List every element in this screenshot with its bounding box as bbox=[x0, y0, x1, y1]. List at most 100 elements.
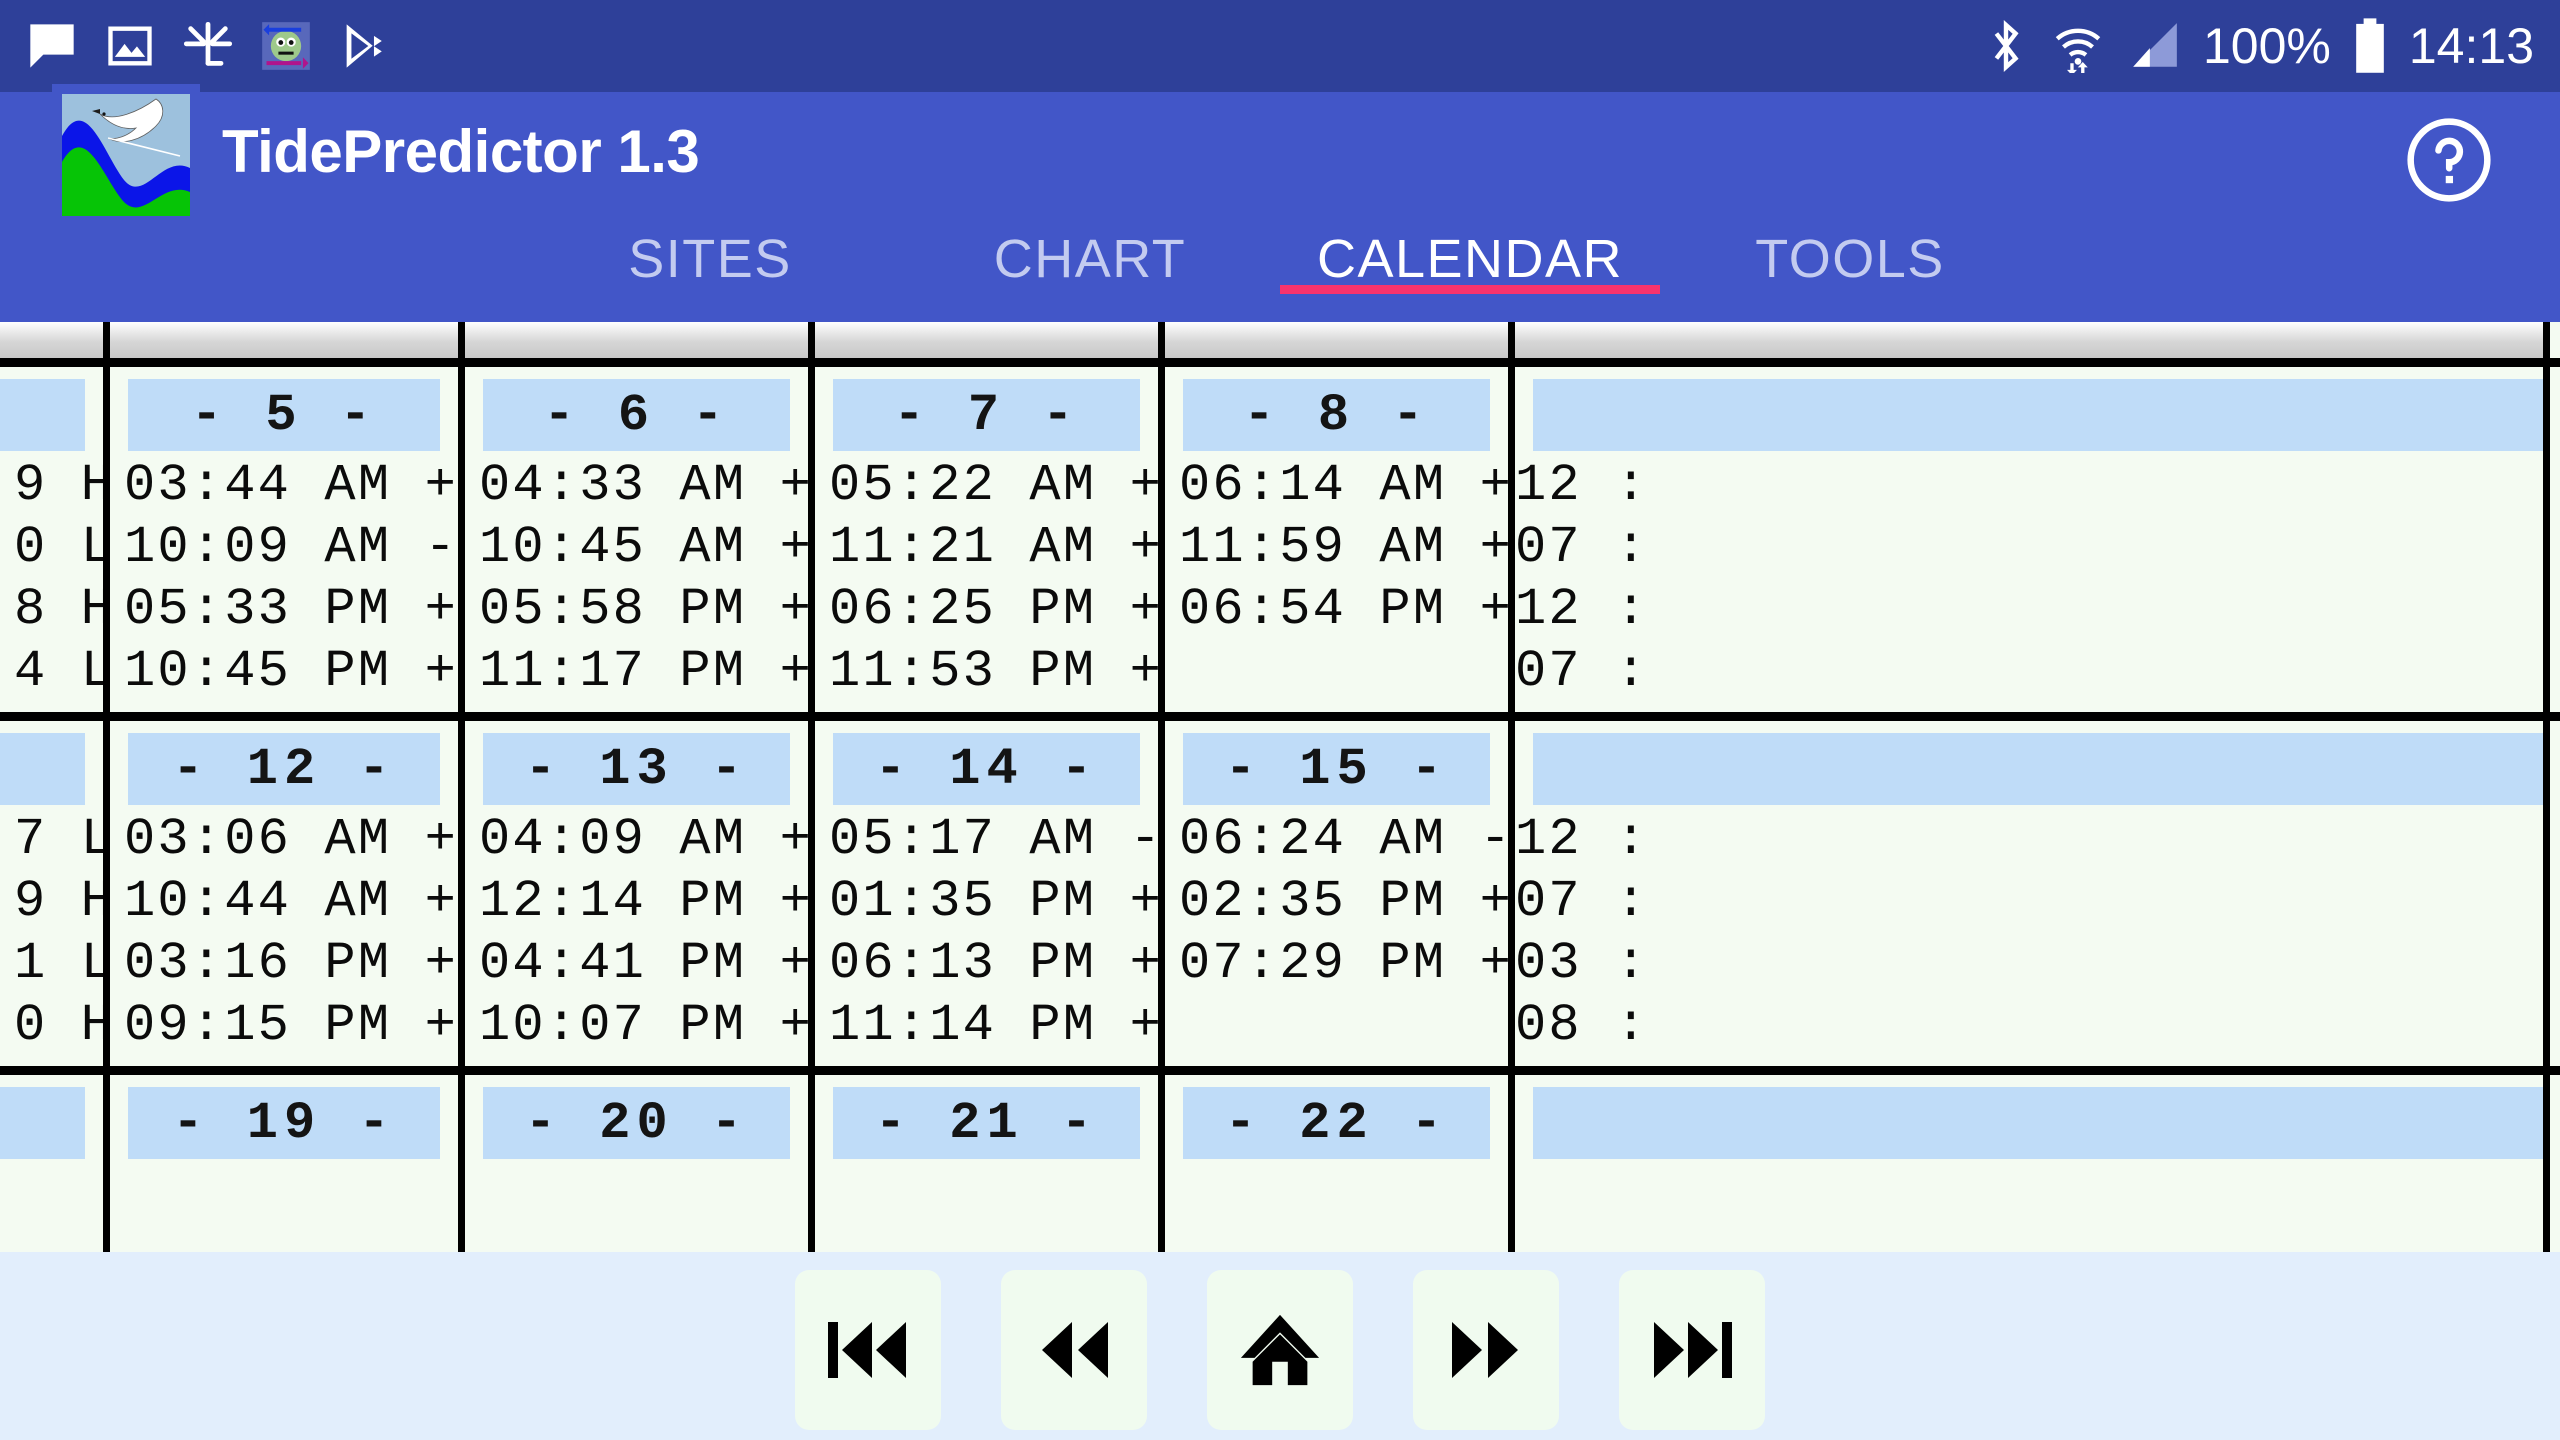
skip-to-start-button[interactable] bbox=[795, 1270, 941, 1430]
tide-event-row: 06:14 AM +7.1 H bbox=[1179, 456, 1514, 515]
tide-event-list: 12 :07 :03 :08 : bbox=[1515, 805, 2543, 1057]
home-button[interactable] bbox=[1207, 1270, 1353, 1430]
skip-forward-icon bbox=[1654, 1322, 1732, 1378]
tide-event-row: 06:25 PM +8.0 H bbox=[829, 580, 1164, 639]
fast-forward-icon bbox=[1452, 1322, 1518, 1378]
tide-event-row: 06:24 AM -0.1 L bbox=[1179, 810, 1514, 869]
tide-event-row: 0 H bbox=[14, 996, 110, 1055]
tide-event-list: 04:09 AM +0.1 L12:14 PM +7.2 H04:41 PM +… bbox=[465, 805, 808, 1057]
tide-event-row: 04:33 AM +7.1 H bbox=[479, 456, 814, 515]
active-tab-indicator bbox=[1280, 285, 1660, 294]
tide-event-row: 05:22 AM +7.1 H bbox=[829, 456, 1164, 515]
battery-full-icon bbox=[2356, 18, 2384, 73]
calendar-day-number bbox=[1533, 733, 2543, 805]
tide-event-row: 07:29 PM +5.7 L bbox=[1179, 934, 1514, 993]
calendar-week-row: 9 H0 L8 H4 L- 5 -03:44 AM +7.0 H10:09 AM… bbox=[0, 367, 2560, 712]
calendar-day-cell[interactable]: - 5 -03:44 AM +7.0 H10:09 AM -0.0 L05:33… bbox=[110, 367, 465, 712]
message-icon bbox=[30, 24, 74, 68]
tide-event-list: 03:44 AM +7.0 H10:09 AM -0.0 L05:33 PM +… bbox=[110, 451, 458, 703]
gallery-icon bbox=[104, 20, 152, 66]
tide-event-list: 05:17 AM -0.0 L01:35 PM +7.7 H06:13 PM +… bbox=[815, 805, 1158, 1057]
calendar-day-cell[interactable]: - 8 -06:14 AM +7.1 H11:59 AM +1.2 L06:54… bbox=[1165, 367, 1515, 712]
tab-calendar[interactable]: CALENDAR bbox=[1280, 216, 1660, 294]
tide-event-list: 9 H0 L8 H4 L bbox=[0, 451, 103, 703]
tab-tools[interactable]: TOOLS bbox=[1660, 216, 2040, 290]
tide-event-list: 7 L9 H1 L0 H bbox=[0, 805, 103, 1057]
calendar-day-cell[interactable]: - 6 -04:33 AM +7.1 H10:45 AM +0.2 L05:58… bbox=[465, 367, 815, 712]
tab-calendar-label: CALENDAR bbox=[1316, 229, 1624, 289]
calendar-day-cell[interactable]: - 13 -04:09 AM +0.1 L12:14 PM +7.2 H04:4… bbox=[465, 721, 815, 1066]
calendar-day-cell-clipped[interactable] bbox=[1515, 1075, 2550, 1252]
tide-event-row: 09:15 PM +7.8 H bbox=[124, 996, 459, 1055]
grid-divider-2 bbox=[0, 1066, 2560, 1075]
calendar-day-number: - 20 - bbox=[483, 1087, 790, 1159]
calendar-day-number bbox=[0, 1087, 85, 1159]
tide-event-list: 06:24 AM -0.1 L02:35 PM +8.1 H07:29 PM +… bbox=[1165, 805, 1508, 995]
tab-sites[interactable]: SITES bbox=[520, 216, 900, 290]
calendar-day-cell-clipped[interactable]: 12 :07 :12 :07 : bbox=[1515, 367, 2550, 712]
tide-event-row: 07 : bbox=[1515, 872, 1649, 931]
scrolled-off-cell bbox=[110, 322, 465, 358]
tide-event-list: 03:06 AM +0.3 L10:44 AM +7.0 H03:16 PM +… bbox=[110, 805, 458, 1057]
calendar-day-cell[interactable]: - 15 -06:24 AM -0.1 L02:35 PM +8.1 H07:2… bbox=[1165, 721, 1515, 1066]
tide-event-row: 10:44 AM +7.0 H bbox=[124, 872, 459, 931]
calendar-day-cell[interactable]: - 21 - bbox=[815, 1075, 1165, 1252]
calendar-day-cell-clipped[interactable] bbox=[0, 1075, 110, 1252]
tide-event-row: 10:45 PM +3.8 L bbox=[124, 642, 459, 701]
tide-event-row: 01:35 PM +7.7 H bbox=[829, 872, 1164, 931]
tide-event-list: 06:14 AM +7.1 H11:59 AM +1.2 L06:54 PM +… bbox=[1165, 451, 1508, 641]
tide-event-row: 12 : bbox=[1515, 810, 1649, 869]
calendar-day-number: - 7 - bbox=[833, 379, 1140, 451]
page-title: TidePredictor 1.3 bbox=[222, 118, 700, 185]
calendar-day-number: - 8 - bbox=[1183, 379, 1490, 451]
calendar-day-number: - 22 - bbox=[1183, 1087, 1490, 1159]
tab-chart[interactable]: CHART bbox=[900, 216, 1280, 290]
calendar-day-cell[interactable]: - 14 -05:17 AM -0.0 L01:35 PM +7.7 H06:1… bbox=[815, 721, 1165, 1066]
calendar-day-cell-clipped[interactable]: 7 L9 H1 L0 H bbox=[0, 721, 110, 1066]
calendar-day-cell[interactable]: - 19 - bbox=[110, 1075, 465, 1252]
scrolled-off-cell bbox=[1515, 322, 2550, 358]
calendar-day-number: - 5 - bbox=[128, 379, 440, 451]
calendar-day-cell-clipped[interactable]: 12 :07 :03 :08 : bbox=[1515, 721, 2550, 1066]
tab-tools-label: TOOLS bbox=[1755, 229, 1945, 289]
status-bar-left-icons bbox=[26, 20, 390, 72]
tide-event-row: 12:14 PM +7.2 H bbox=[479, 872, 814, 931]
tide-event-row: 11:53 PM +2.4 L bbox=[829, 642, 1164, 701]
calendar-week-row: 7 L9 H1 L0 H- 12 -03:06 AM +0.3 L10:44 A… bbox=[0, 721, 2560, 1066]
tide-event-row: 07 : bbox=[1515, 518, 1649, 577]
tide-event-row: 12 : bbox=[1515, 580, 1649, 639]
asterisk-icon bbox=[183, 21, 233, 66]
calendar-day-cell[interactable]: - 7 -05:22 AM +7.1 H11:21 AM +0.6 L06:25… bbox=[815, 367, 1165, 712]
calendar-day-number: - 13 - bbox=[483, 733, 790, 805]
tide-event-row: 10:45 AM +0.2 L bbox=[479, 518, 814, 577]
tide-event-row: 03:44 AM +7.0 H bbox=[124, 456, 459, 515]
fast-forward-button[interactable] bbox=[1413, 1270, 1559, 1430]
calendar-day-cell[interactable]: - 20 - bbox=[465, 1075, 815, 1252]
help-button[interactable] bbox=[2403, 114, 2495, 206]
calendar-day-number: - 6 - bbox=[483, 379, 790, 451]
bottom-nav-bar bbox=[0, 1252, 2560, 1440]
tidepredictor-logo bbox=[52, 84, 200, 216]
skip-backward-icon bbox=[828, 1322, 906, 1378]
tide-event-row: 05:17 AM -0.0 L bbox=[829, 810, 1164, 869]
skip-to-end-button[interactable] bbox=[1619, 1270, 1765, 1430]
calendar-day-cell[interactable]: - 12 -03:06 AM +0.3 L10:44 AM +7.0 H03:1… bbox=[110, 721, 465, 1066]
calendar-day-number bbox=[1533, 379, 2543, 451]
grid-divider-1 bbox=[0, 712, 2560, 721]
tide-event-row: 12 : bbox=[1515, 456, 1649, 515]
battery-percent-label: 100% bbox=[2202, 18, 2331, 74]
calendar-day-cell[interactable]: - 22 - bbox=[1165, 1075, 1515, 1252]
calendar-grid[interactable]: 9 H0 L8 H4 L- 5 -03:44 AM +7.0 H10:09 AM… bbox=[0, 322, 2560, 1252]
scrolled-off-cell bbox=[0, 322, 110, 358]
tide-event-row: 9 H bbox=[14, 456, 110, 515]
calendar-day-number: - 15 - bbox=[1183, 733, 1490, 805]
tide-event-row: 04:09 AM +0.1 L bbox=[479, 810, 814, 869]
tide-event-row: 06:13 PM +5.9 L bbox=[829, 934, 1164, 993]
calendar-day-number: - 14 - bbox=[833, 733, 1140, 805]
calendar-week-row: - 19 - - 20 - - 21 - - 22 - bbox=[0, 1075, 2560, 1252]
calendar-day-cell-clipped[interactable]: 9 H0 L8 H4 L bbox=[0, 367, 110, 712]
tide-event-list: 04:33 AM +7.1 H10:45 AM +0.2 L05:58 PM +… bbox=[465, 451, 808, 703]
tide-event-row: 03:06 AM +0.3 L bbox=[124, 810, 459, 869]
rewind-button[interactable] bbox=[1001, 1270, 1147, 1430]
status-bar: 100% 14:13 bbox=[0, 0, 2560, 92]
